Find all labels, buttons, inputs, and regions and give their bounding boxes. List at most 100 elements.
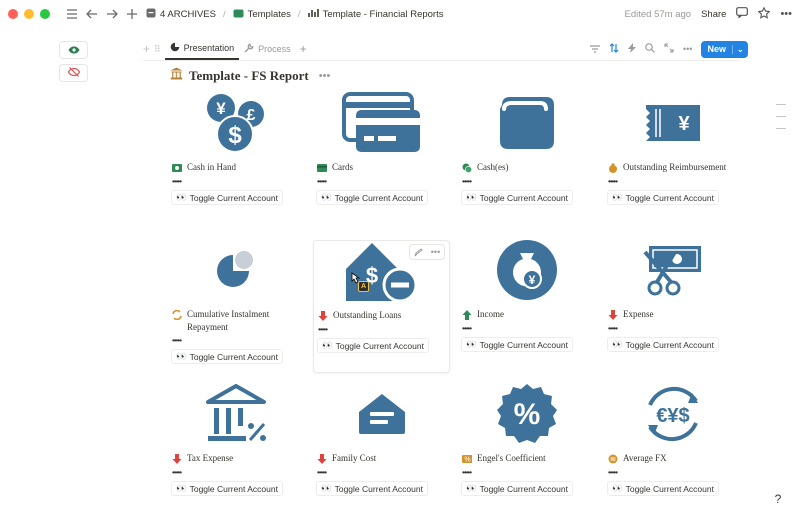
toggle-button[interactable]: 👀 Toggle Current Account [171,349,283,364]
gallery-card[interactable]: ¥ Outstanding Reimbursement ••••• 👀 Toggl… [604,93,741,205]
toggle-button[interactable]: 👀 Toggle Current Account [461,190,573,205]
card-title: Average FX [604,448,741,466]
svg-text:%: % [513,398,540,431]
chart-icon [307,8,319,21]
drag-handle-icon[interactable]: ⠿ [154,44,161,55]
tab-process[interactable]: Process [239,38,296,60]
gallery-card[interactable]: Expense ••••• 👀 Toggle Current Account [604,240,741,352]
expand-icon[interactable] [664,40,674,58]
gallery-card[interactable]: Cash(es) ••••• 👀 Toggle Current Account [458,93,595,205]
gallery-card[interactable]: €¥$ Average FX ••••• 👀 Toggle Current Acc… [604,384,741,496]
card-cover [168,240,305,304]
gallery-card[interactable]: Cumulative Instalment Repayment ••••• 👀 T… [168,240,305,364]
wrench-icon [244,43,254,55]
money-icon [172,163,182,173]
toggle-button[interactable]: 👀 Toggle Current Account [607,337,719,352]
breadcrumb-templates[interactable]: Templates [248,9,291,20]
page-title-text[interactable]: Template - FS Report [189,68,309,84]
card-cover: ¥ [604,93,741,157]
breadcrumb-page[interactable]: Template - Financial Reports [323,9,444,20]
share-button[interactable]: Share [701,9,726,20]
property-value: ••••• [172,336,182,345]
toggle-button[interactable]: 👀 Toggle Current Account [171,481,283,496]
card-more-icon[interactable]: ••• [427,245,444,259]
edit-icon[interactable] [410,245,427,259]
breadcrumb-separator: / [297,8,301,20]
card-hover-toolbar: ••• [409,244,445,260]
card-title: Tax Expense [168,448,305,466]
maximize-window-button[interactable] [40,9,50,19]
gallery-card[interactable]: $ ••• Outstanding Loans ••••• 👀 Toggle Cu… [313,240,450,373]
toggle-button[interactable]: 👀 Toggle Current Account [317,338,429,353]
edited-timestamp: Edited 57m ago [624,8,692,20]
view-more-icon[interactable]: ••• [683,44,692,54]
eyes-icon: 👀 [612,339,623,349]
toggle-button[interactable]: 👀 Toggle Current Account [607,481,719,496]
card-title-text: Cash(es) [477,162,509,172]
toggle-button[interactable]: 👀 Toggle Current Account [461,481,573,496]
card-cover [313,384,450,448]
breadcrumb: 4 ARCHIVES / Templates / Template - Fina… [146,8,443,21]
tab-presentation[interactable]: Presentation [164,38,240,60]
comment-icon[interactable] [736,7,749,21]
minimize-window-button[interactable] [24,9,34,19]
help-button[interactable]: ? [768,489,788,509]
toggle-button[interactable]: 👀 Toggle Current Account [607,190,719,205]
add-view-icon[interactable]: + [143,42,150,56]
show-properties-button[interactable] [59,41,88,59]
search-icon[interactable] [645,40,655,58]
gallery-card[interactable]: Tax Expense ••••• 👀 Toggle Current Accoun… [168,383,305,496]
down-arrow-icon [172,454,182,464]
sort-icon[interactable] [609,40,619,58]
property-value: ••••• [172,468,182,477]
star-icon[interactable] [758,6,771,22]
gallery-card[interactable]: ¥ £ $ Cash in Hand ••••• 👀 Toggle Current… [168,93,305,205]
add-tab-icon[interactable]: + [300,42,307,56]
card-title: Expense [604,304,741,322]
toggle-button[interactable]: 👀 Toggle Current Account [316,190,428,205]
toggle-label: Toggle Current Account [479,483,568,494]
card-title: Outstanding Loans [314,305,449,323]
toggle-button[interactable]: 👀 Toggle Current Account [316,481,428,496]
bank-percent-icon [205,383,268,449]
eye-icon [68,41,80,59]
toggle-label: Toggle Current Account [479,339,568,350]
sidebar-menu-icon[interactable] [64,6,80,22]
eyes-icon: 👀 [466,339,477,349]
card-title: Outstanding Reimbursement [604,157,741,175]
tab-presentation-label: Presentation [183,43,235,53]
card-title-text: Cards [332,162,353,172]
property-value: ••••• [172,177,182,186]
toggle-button[interactable]: 👀 Toggle Current Account [461,337,573,352]
outline-indicator[interactable] [776,104,786,129]
gallery-card[interactable]: Cards ••••• 👀 Toggle Current Account [313,91,450,205]
title-more-icon[interactable]: ••• [319,70,331,82]
more-options-icon[interactable]: ••• [780,8,792,20]
filter-icon[interactable] [590,40,600,58]
back-arrow-icon[interactable] [84,6,100,22]
card-cover [313,91,450,157]
eyes-icon: 👀 [176,192,187,202]
gallery-card[interactable]: Family Cost ••••• 👀 Toggle Current Accoun… [313,384,450,496]
card-cover: ¥ £ $ [168,93,305,157]
gallery-card[interactable]: ¥ Income ••••• 👀 Toggle Current Account [458,239,595,352]
gallery-card[interactable]: % % Engel's Coefficient ••••• 👀 Toggle Cu… [458,383,595,496]
property-value: ••••• [608,468,618,477]
breadcrumb-workspace[interactable]: 4 ARCHIVES [160,9,216,20]
new-button[interactable]: New ⌄ [701,40,748,58]
lightning-icon[interactable] [628,40,636,58]
forward-arrow-icon[interactable] [104,6,120,22]
chevron-down-icon[interactable]: ⌄ [731,44,748,54]
toggle-button[interactable]: 👀 Toggle Current Account [171,190,283,205]
money-bag-yen-icon: ¥ [496,239,558,306]
hide-properties-button[interactable] [59,64,88,82]
card-title-text: Outstanding Reimbursement [623,162,727,172]
card-title-text: Family Cost [332,453,377,463]
page-title: Template - FS Report ••• [170,67,330,84]
money-icon: ¥ £ $ [205,92,269,159]
close-window-button[interactable] [8,9,18,19]
eyes-icon: 👀 [612,483,623,493]
receipt-yen-icon: ¥ [642,97,704,154]
card-title: Family Cost [313,448,450,466]
plus-icon[interactable] [124,6,140,22]
